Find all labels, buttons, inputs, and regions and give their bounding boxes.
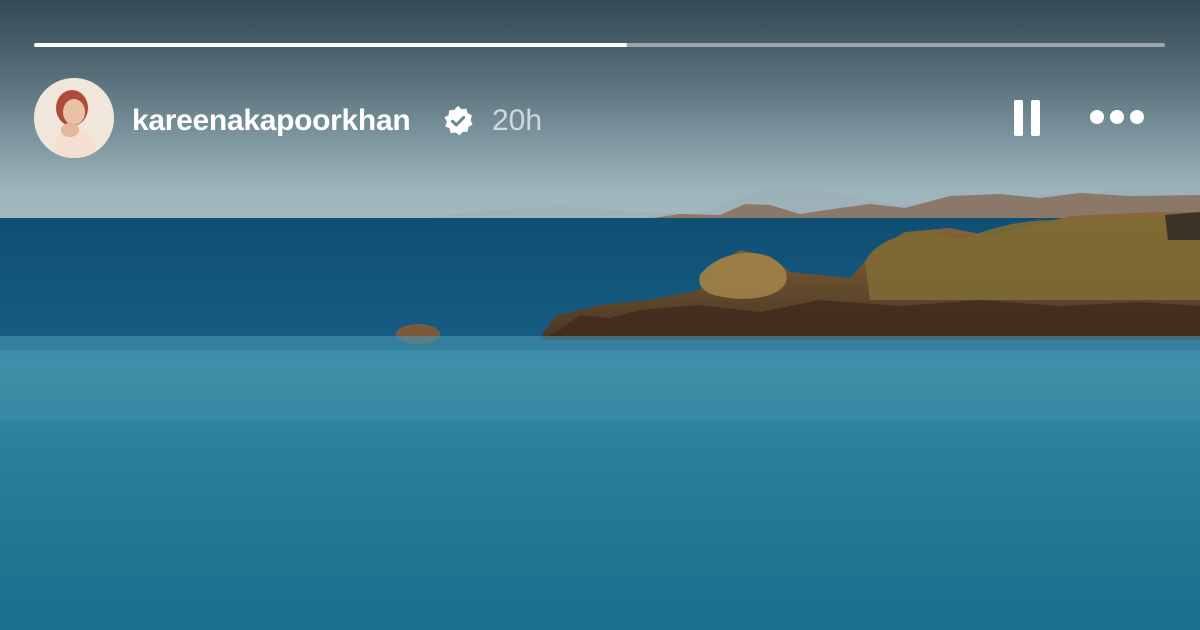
more-options-icon [1090,110,1104,124]
post-time: 20h [492,104,543,137]
story-viewer[interactable]: kareenakapoorkhan 20h [0,0,1200,630]
pause-button[interactable] [1006,97,1050,141]
profile-photo-icon [34,78,114,158]
pause-icon [1031,100,1040,136]
more-options-icon [1110,110,1124,124]
story-progress-track [34,43,1165,47]
header-gradient [0,0,1200,190]
verified-badge-icon [444,106,473,136]
avatar[interactable] [34,78,114,158]
story-progress-fill [34,43,627,47]
username[interactable]: kareenakapoorkhan [132,101,411,141]
pause-icon [1014,100,1023,136]
more-options-button[interactable] [1084,97,1150,141]
more-options-icon [1130,110,1144,124]
